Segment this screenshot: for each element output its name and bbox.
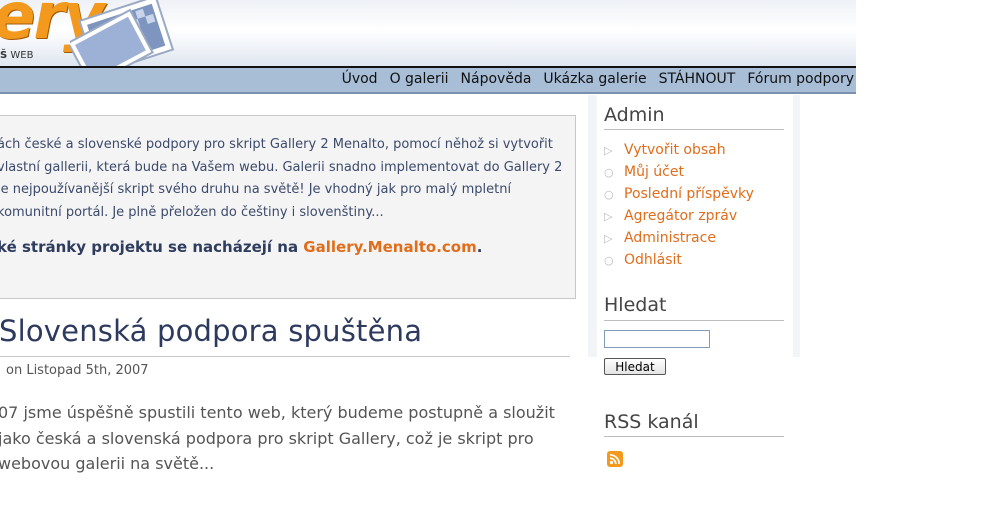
circle-icon: ○ xyxy=(604,254,614,267)
post-divider xyxy=(0,356,570,357)
post-title[interactable]: Slovenská podpora spuštěna xyxy=(0,314,422,348)
circle-icon: ○ xyxy=(604,188,614,201)
nav-item-napoveda[interactable]: Nápověda xyxy=(461,71,532,87)
main-nav: Úvod O galerii Nápověda Ukázka galerie S… xyxy=(0,68,856,94)
project-home-prefix: ké stránky projektu se nacházejí na xyxy=(0,238,304,256)
circle-icon: ○ xyxy=(604,166,614,179)
triangle-icon: ▷ xyxy=(604,210,613,223)
project-home-suffix: . xyxy=(476,238,483,256)
rss-icon[interactable] xyxy=(607,451,623,467)
search-heading: Hledat xyxy=(604,294,667,316)
admin-menu: ▷ Vytvořit obsah ○ Můj účet ○ Poslední přís… xyxy=(604,139,754,271)
admin-item-label: Vytvořit obsah xyxy=(624,142,726,158)
intro-box: ách české a slovenské podpory pro skript… xyxy=(0,115,576,299)
admin-item-label: Administrace xyxy=(624,230,716,246)
admin-item-label: Odhlásit xyxy=(624,252,682,268)
post-date: on Listopad 5th, 2007 xyxy=(6,363,149,378)
admin-divider xyxy=(604,129,784,130)
admin-item-agregator-zprav[interactable]: ▷ Agregátor zpráv xyxy=(604,205,754,227)
logo-subtitle-bold: Š xyxy=(0,50,8,61)
nav-item-ukazka-galerie[interactable]: Ukázka galerie xyxy=(543,71,646,87)
nav-item-stahnout[interactable]: STÁHNOUT xyxy=(659,71,736,87)
admin-item-muj-ucet[interactable]: ○ Můj účet xyxy=(604,161,754,183)
admin-item-odhlasit[interactable]: ○ Odhlásit xyxy=(604,249,754,271)
admin-item-posledni-prispevky[interactable]: ○ Poslední příspěvky xyxy=(604,183,754,205)
gallery-menalto-link[interactable]: Gallery.Menalto.com xyxy=(303,238,476,256)
nav-item-forum-podpory[interactable]: Fórum podpory xyxy=(747,71,854,87)
nav-item-uvod[interactable]: Úvod xyxy=(342,71,378,87)
rss-heading: RSS kanál xyxy=(604,411,699,433)
intro-text: ách české a slovenské podpory pro skript… xyxy=(0,137,563,220)
post-body: 07 jsme úspěšně spustili tento web, kter… xyxy=(0,403,555,473)
logo-photos-icon xyxy=(70,0,175,66)
admin-item-label: Agregátor zpráv xyxy=(624,208,738,224)
search-button[interactable]: Hledat xyxy=(604,358,666,375)
admin-item-vytvorit-obsah[interactable]: ▷ Vytvořit obsah xyxy=(604,139,754,161)
nav-list: Úvod O galerii Nápověda Ukázka galerie S… xyxy=(330,71,854,87)
admin-item-administrace[interactable]: ▷ Administrace xyxy=(604,227,754,249)
search-divider xyxy=(604,320,784,321)
project-home-line: ké stránky projektu se nacházejí na Gall… xyxy=(0,238,482,256)
logo-subtitle-text: WEB xyxy=(10,50,34,61)
rss-divider xyxy=(604,436,784,437)
logo-subtitle: Š WEB xyxy=(0,50,33,61)
admin-heading: Admin xyxy=(604,104,665,126)
search-input[interactable] xyxy=(604,330,710,348)
admin-item-label: Můj účet xyxy=(624,164,684,180)
header: ery Š WEB xyxy=(0,0,856,68)
nav-item-o-galerii[interactable]: O galerii xyxy=(390,71,449,87)
admin-item-label: Poslední příspěvky xyxy=(624,186,754,202)
triangle-icon: ▷ xyxy=(604,144,613,157)
triangle-icon: ▷ xyxy=(604,232,613,245)
